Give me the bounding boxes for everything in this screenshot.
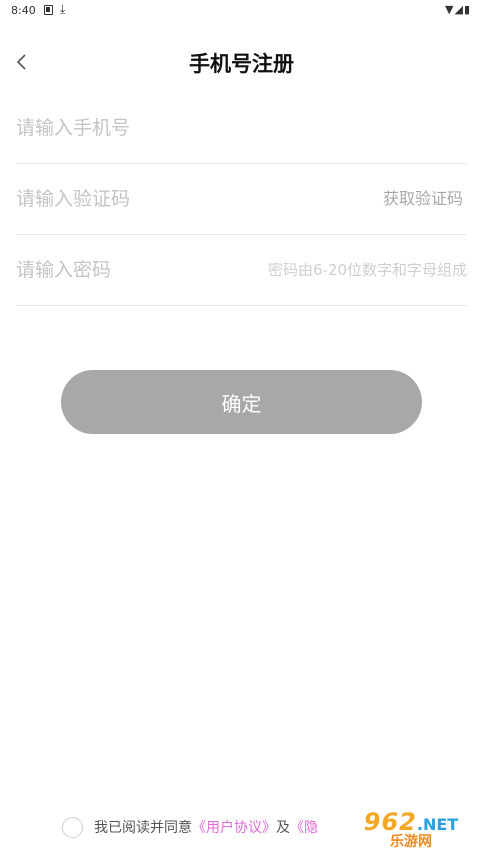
agreement-prefix: 我已阅读并同意 [94, 820, 192, 836]
agreement-conjunction: 及 [276, 820, 290, 836]
code-field: 获取验证码 [16, 164, 467, 235]
status-bar: 8:40 ⤓ ▼◢▮ [0, 0, 483, 22]
status-right-icons: ▼◢▮ [445, 3, 471, 16]
privacy-policy-link[interactable]: 《隐 [290, 817, 318, 837]
agreement-row: 我已阅读并同意 《用户协议》 及 《隐 [62, 814, 318, 840]
notification-icon [44, 5, 53, 15]
watermark-logo: 962.NET 乐游网 [343, 808, 479, 852]
password-hint: 密码由6-20位数字和字母组成 [267, 261, 467, 279]
phone-field [16, 93, 467, 164]
phone-input[interactable] [16, 93, 467, 163]
header: 手机号注册 [0, 38, 483, 90]
password-field: 密码由6-20位数字和字母组成 [16, 235, 467, 306]
watermark-number: 962 [363, 808, 417, 836]
confirm-button[interactable]: 确定 [61, 370, 422, 434]
user-agreement-link[interactable]: 《用户协议》 [192, 817, 276, 837]
status-time: 8:40 [11, 4, 36, 17]
watermark-subtitle: 乐游网 [390, 834, 432, 850]
agreement-checkbox[interactable] [62, 816, 83, 838]
signal-icon: ◢ [454, 3, 464, 16]
page-title: 手机号注册 [189, 52, 294, 76]
download-icon: ⤓ [60, 2, 66, 16]
battery-icon: ▮ [463, 3, 471, 16]
watermark-domain: .NET [416, 815, 459, 834]
get-code-button[interactable]: 获取验证码 [383, 164, 463, 234]
